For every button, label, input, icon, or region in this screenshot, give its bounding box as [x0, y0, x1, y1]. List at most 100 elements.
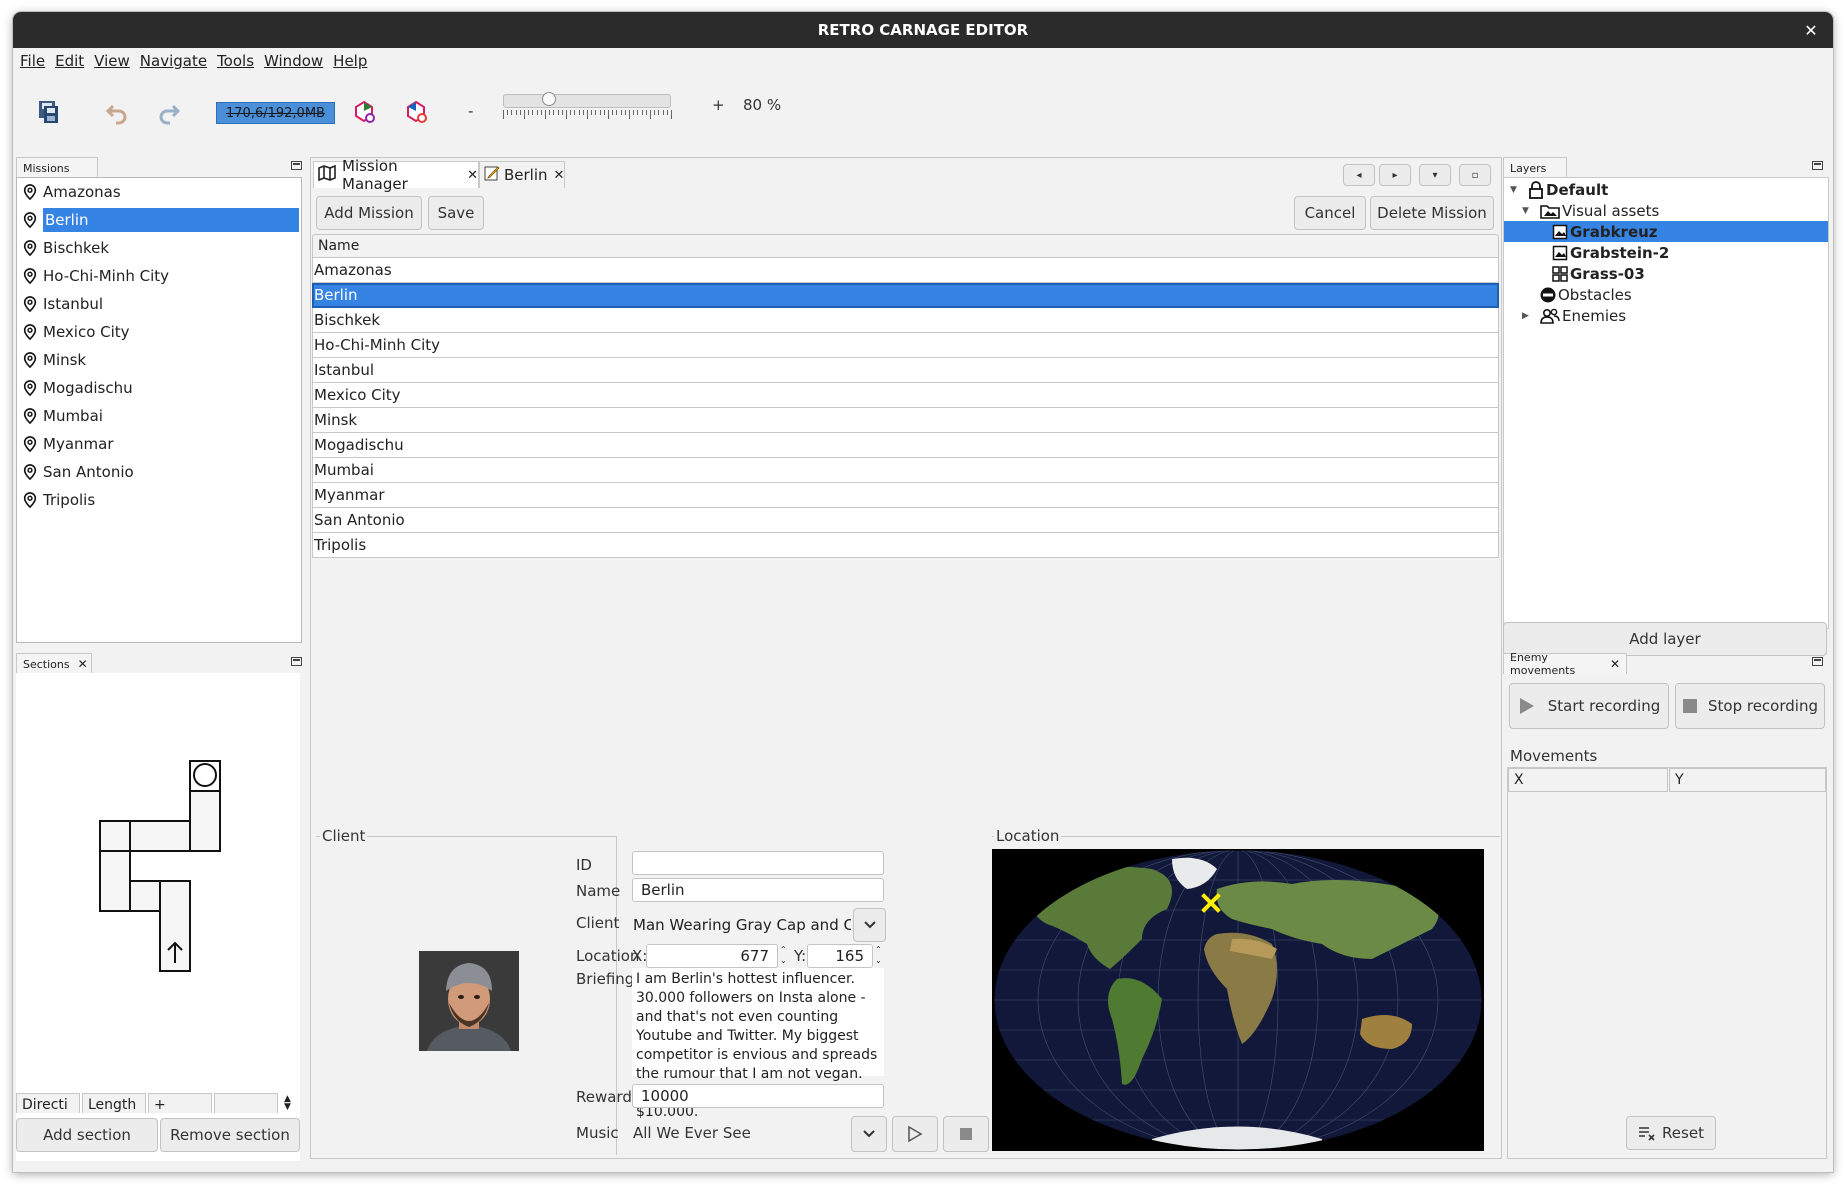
zoom-slider-handle[interactable] — [541, 92, 556, 106]
mission-list-item[interactable]: San Antonio — [17, 458, 301, 486]
save-button[interactable]: Save — [428, 196, 484, 230]
menu-view[interactable]: View — [89, 52, 135, 70]
zoom-minus[interactable]: - — [468, 102, 473, 120]
layer-tree-item[interactable]: Grass-03 — [1504, 263, 1828, 284]
reset-button[interactable]: Reset — [1626, 1116, 1716, 1150]
add-mission-button[interactable]: Add Mission — [316, 196, 422, 230]
menu-window[interactable]: Window — [259, 52, 328, 70]
table-row[interactable]: Myanmar — [312, 483, 1499, 508]
y-spinbox[interactable]: 165 — [807, 944, 873, 968]
sections-canvas[interactable]: Directi Length + ▲ ▼ — [16, 673, 300, 1161]
table-row[interactable]: Tripolis — [312, 533, 1499, 558]
close-icon[interactable]: ✕ — [554, 168, 565, 183]
undo-icon[interactable] — [101, 96, 133, 128]
mission-list-item[interactable]: Ho-Chi-Minh City — [17, 262, 301, 290]
zoom-plus[interactable]: + — [712, 96, 725, 114]
table-row[interactable]: Mexico City — [312, 383, 1499, 408]
tab-scroll-left-button[interactable]: ◂ — [1343, 164, 1375, 186]
tree-expander-icon[interactable]: ▼ — [1522, 206, 1529, 216]
mission-list-item[interactable]: Amazonas — [17, 178, 301, 206]
col-direction[interactable]: Directi — [16, 1093, 80, 1113]
zoom-slider[interactable] — [501, 92, 675, 128]
table-row[interactable]: Istanbul — [312, 358, 1499, 383]
menu-tools[interactable]: Tools — [212, 52, 259, 70]
layer-tree-item[interactable]: ▼ Visual assets — [1504, 200, 1828, 221]
client-dropdown-button[interactable] — [853, 908, 886, 942]
layer-tree-item[interactable]: ▼ Default — [1504, 179, 1828, 200]
reward-field[interactable]: 10000 — [632, 1084, 884, 1108]
table-row[interactable]: Amazonas — [312, 258, 1499, 283]
table-row[interactable]: Berlin — [312, 283, 1499, 308]
close-icon[interactable]: ✕ — [467, 168, 478, 183]
layer-tree-item[interactable]: Obstacles — [1504, 284, 1828, 305]
mission-list-item[interactable]: Myanmar — [17, 430, 301, 458]
tab-scroll-right-button[interactable]: ▸ — [1379, 164, 1411, 186]
menu-file[interactable]: File — [15, 52, 50, 70]
layer-tree-item[interactable]: Grabstein-2 — [1504, 242, 1828, 263]
mission-list-item[interactable]: Mexico City — [17, 318, 301, 346]
col-length[interactable]: Length — [82, 1093, 146, 1113]
close-icon[interactable]: ✕ — [1610, 657, 1620, 671]
redo-icon[interactable] — [153, 96, 185, 128]
minimize-icon[interactable] — [1812, 161, 1823, 170]
mission-list-item[interactable]: Bischkek — [17, 234, 301, 262]
col-extra-2[interactable] — [214, 1093, 278, 1113]
tree-expander-icon[interactable]: ▶ — [1522, 311, 1529, 321]
tab-list-button[interactable]: ▾ — [1419, 164, 1451, 186]
table-row[interactable]: Mumbai — [312, 458, 1499, 483]
menu-help[interactable]: Help — [328, 52, 372, 70]
menu-edit[interactable]: Edit — [50, 52, 89, 70]
table-row[interactable]: Mogadischu — [312, 433, 1499, 458]
layer-tree-item[interactable]: ▶ Enemies — [1504, 305, 1828, 326]
mission-list-item[interactable]: Berlin — [17, 206, 301, 234]
memory-indicator[interactable]: 170,6/192,0MB — [216, 102, 335, 124]
mission-list-item[interactable]: Mogadischu — [17, 374, 301, 402]
slider-tick — [616, 110, 618, 115]
y-spinner-arrows-icon[interactable]: ⌃ ⌄ — [875, 944, 882, 966]
col-x[interactable]: X — [1508, 768, 1668, 792]
briefing-textarea[interactable]: I am Berlin's hottest influencer. 30.000… — [632, 968, 884, 1120]
close-window-icon[interactable]: ✕ — [1799, 18, 1823, 42]
id-field[interactable] — [632, 851, 884, 875]
x-spinbox[interactable]: 677 — [646, 944, 778, 968]
client-select[interactable]: Man Wearing Gray Cap and Crew-nec... — [633, 908, 851, 942]
col-name[interactable]: Name — [312, 234, 1499, 258]
minimize-icon[interactable] — [1812, 657, 1823, 666]
mission-list-item[interactable]: Istanbul — [17, 290, 301, 318]
layer-tree-item[interactable]: Grabkreuz — [1504, 221, 1828, 242]
tree-expander-icon[interactable]: ▼ — [1510, 185, 1517, 195]
world-map[interactable] — [992, 849, 1484, 1151]
cancel-button[interactable]: Cancel — [1294, 196, 1366, 230]
start-recording-button[interactable]: Start recording — [1509, 683, 1669, 729]
tab-mission-manager[interactable]: Mission Manager ✕ — [313, 157, 479, 193]
gc-icon[interactable] — [348, 96, 380, 128]
delete-mission-button[interactable]: Delete Mission — [1370, 196, 1494, 230]
table-row[interactable]: Bischkek — [312, 308, 1499, 333]
music-dropdown-button[interactable] — [851, 1116, 887, 1152]
stop-button[interactable] — [943, 1116, 989, 1152]
tab-berlin[interactable]: Berlin ✕ — [479, 161, 565, 188]
minimize-icon[interactable] — [291, 657, 302, 666]
col-y[interactable]: Y — [1669, 768, 1826, 792]
music-value[interactable]: All We Ever See — [633, 1124, 751, 1142]
add-section-button[interactable]: Add section — [16, 1118, 158, 1152]
mission-list-item[interactable]: Minsk — [17, 346, 301, 374]
mission-list-item[interactable]: Mumbai — [17, 402, 301, 430]
table-row[interactable]: Minsk — [312, 408, 1499, 433]
x-spinner-arrows-icon[interactable]: ⌃ ⌄ — [780, 944, 787, 966]
table-row[interactable]: San Antonio — [312, 508, 1499, 533]
play-button[interactable] — [892, 1116, 938, 1152]
close-icon[interactable]: ✕ — [78, 657, 88, 671]
mission-list-item[interactable]: Tripolis — [17, 486, 301, 514]
scroll-arrows-icon[interactable]: ▲ ▼ — [284, 1095, 291, 1112]
minimize-icon[interactable] — [291, 161, 302, 170]
menu-navigate[interactable]: Navigate — [135, 52, 212, 70]
remove-section-button[interactable]: Remove section — [160, 1118, 300, 1152]
name-field[interactable]: Berlin — [632, 878, 884, 902]
maximize-button[interactable]: ▫ — [1459, 164, 1491, 186]
gc-full-icon[interactable] — [400, 96, 432, 128]
save-all-icon[interactable] — [33, 96, 65, 128]
table-row[interactable]: Ho-Chi-Minh City — [312, 333, 1499, 358]
col-extra[interactable]: + — [148, 1093, 212, 1113]
stop-recording-button[interactable]: Stop recording — [1675, 683, 1825, 729]
